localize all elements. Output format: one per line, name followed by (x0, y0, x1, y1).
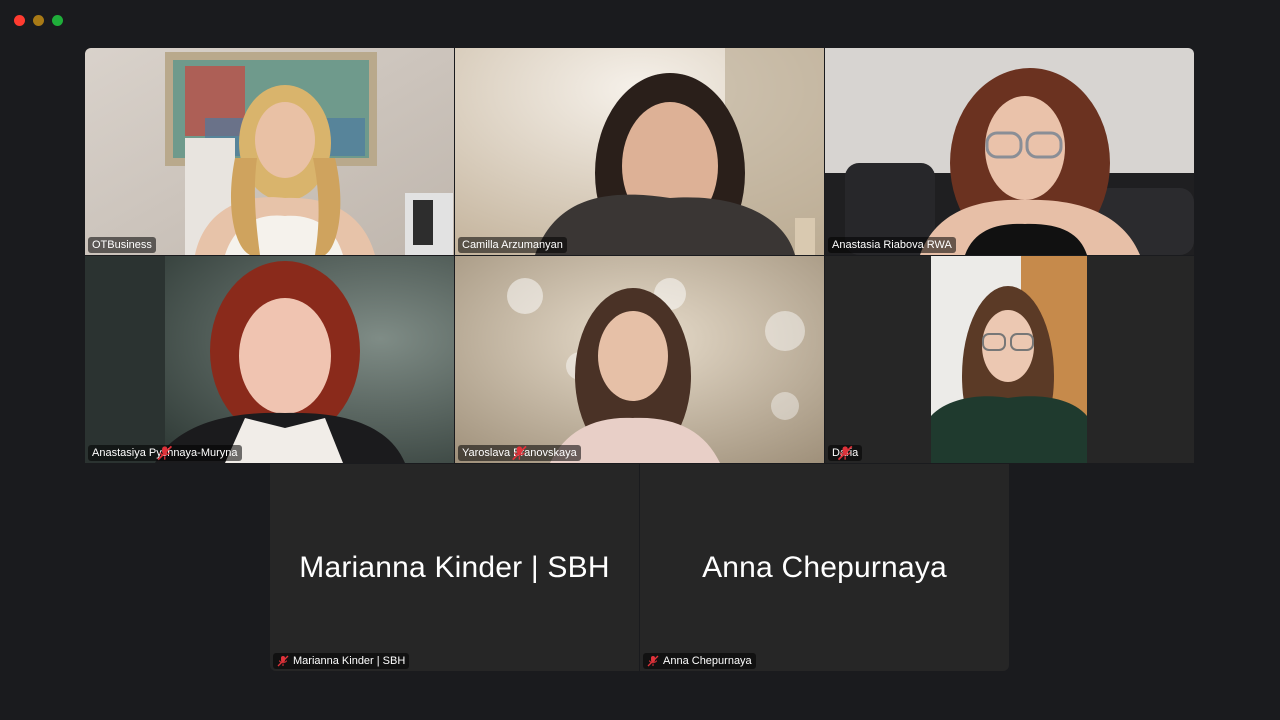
microphone-muted-icon (512, 445, 527, 461)
microphone-muted-icon (157, 445, 173, 461)
participant-display-name: Marianna Kinder | SBH (299, 550, 610, 584)
microphone-muted-icon (837, 445, 853, 461)
participant-name: Anastasia Riabova RWA (832, 239, 952, 251)
participant-video-feed (455, 48, 824, 255)
microphone-muted-icon (647, 655, 659, 667)
participant-display-name: Anna Chepurnaya (702, 550, 947, 584)
participant-name-tag: Marianna Kinder | SBH (273, 653, 410, 669)
meeting-window: OTBusiness Camilla Arzumanyan Anastasia … (0, 0, 1280, 720)
participant-video-feed (85, 48, 454, 255)
video-tile-otbusiness[interactable]: OTBusiness (85, 48, 454, 255)
microphone-muted-icon (277, 655, 289, 667)
participant-name: OTBusiness (92, 239, 152, 251)
participant-name-tag: Anna Chepurnaya (643, 653, 756, 669)
participant-name-tag: Yaroslava Branovskaya (458, 445, 581, 461)
window-controls (14, 15, 63, 26)
video-tile-camilla-arzumanyan[interactable]: Camilla Arzumanyan (455, 48, 824, 255)
maximize-window-icon[interactable] (52, 15, 63, 26)
participant-video-feed (85, 256, 454, 463)
participant-name-tag: OTBusiness (88, 237, 156, 253)
name-tile-marianna-kinder[interactable]: Marianna Kinder | SBH Marianna Kinder | … (270, 464, 639, 671)
participant-video-feed (825, 48, 1194, 255)
participant-name-tag: Camilla Arzumanyan (458, 237, 567, 253)
participant-video-feed (455, 256, 824, 463)
participant-name-tag: Daria (828, 445, 863, 461)
participant-name-tag: Anastasiya Pyshnaya-Muryna (88, 445, 242, 461)
name-tile-anna-chepurnaya[interactable]: Anna Chepurnaya Anna Chepurnaya (640, 464, 1009, 671)
video-tile-yaroslava-branovskaya[interactable]: Yaroslava Branovskaya (455, 256, 824, 463)
participant-name: Anna Chepurnaya (663, 655, 752, 667)
video-tile-anastasiya-pyshnaya-muryna[interactable]: Anastasiya Pyshnaya-Muryna (85, 256, 454, 463)
close-window-icon[interactable] (14, 15, 25, 26)
minimize-window-icon[interactable] (33, 15, 44, 26)
video-tile-daria[interactable]: Daria (825, 256, 1194, 463)
video-tile-anastasia-riabova[interactable]: Anastasia Riabova RWA (825, 48, 1194, 255)
participant-name-tag: Anastasia Riabova RWA (828, 237, 956, 253)
participant-name: Marianna Kinder | SBH (293, 655, 406, 667)
participant-video-feed (825, 256, 1194, 463)
participant-name: Camilla Arzumanyan (462, 239, 563, 251)
